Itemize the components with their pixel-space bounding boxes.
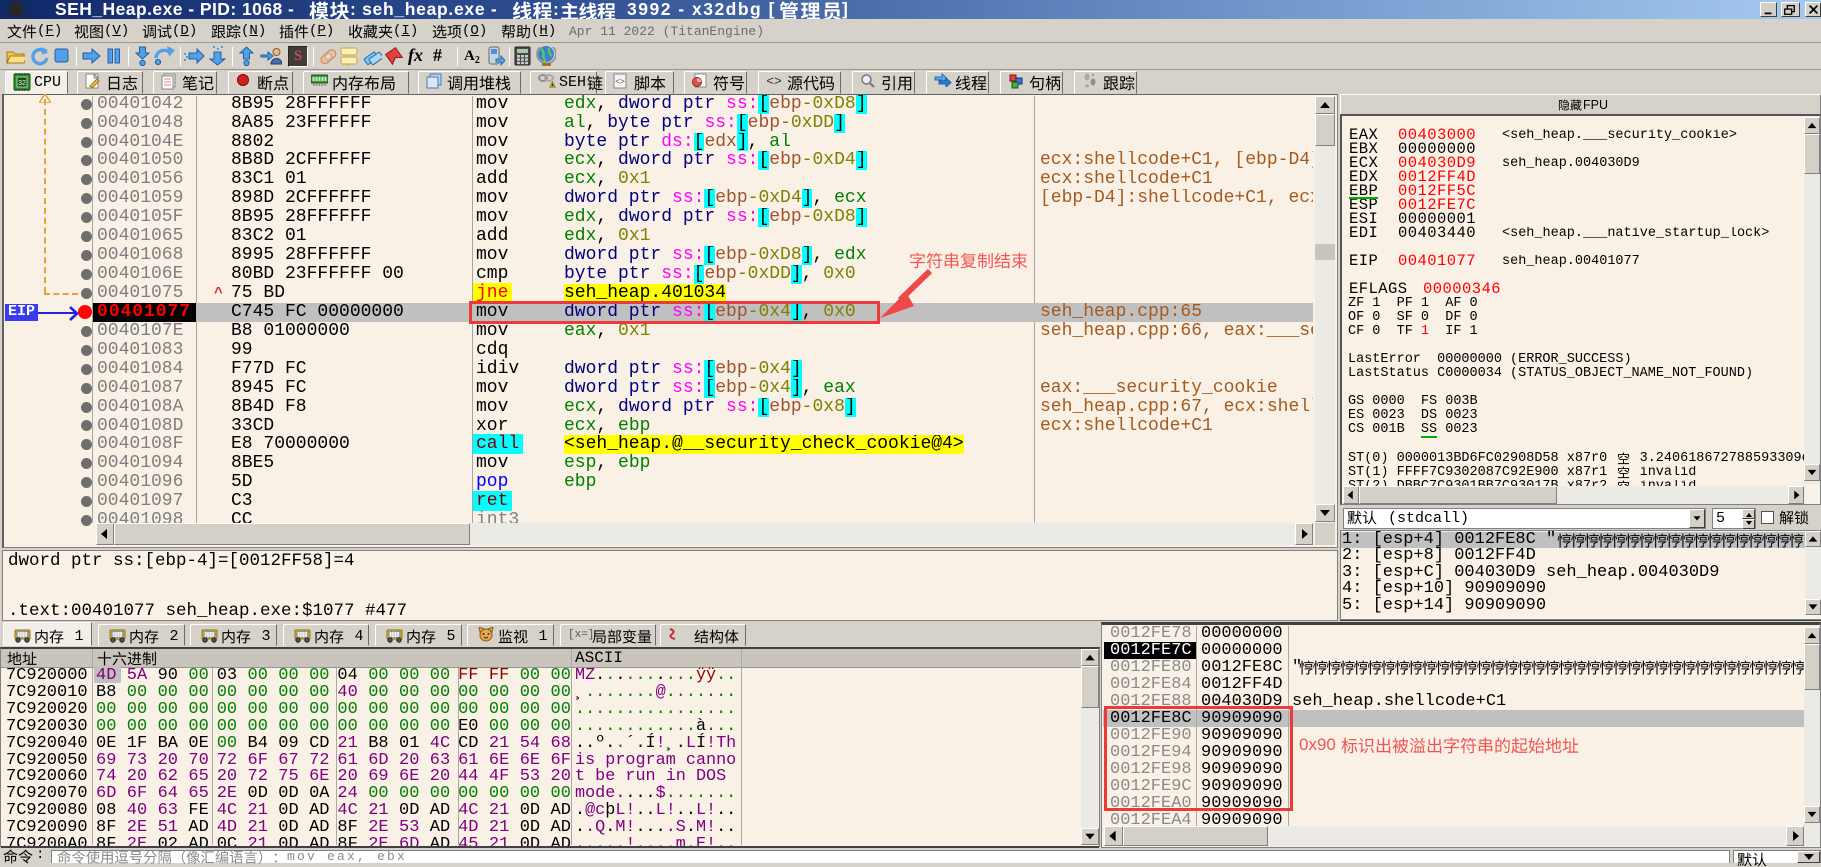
svg-text:<>: <> (766, 74, 782, 87)
svg-text:32: 32 (18, 80, 26, 87)
svg-text:<>: <> (615, 78, 625, 87)
